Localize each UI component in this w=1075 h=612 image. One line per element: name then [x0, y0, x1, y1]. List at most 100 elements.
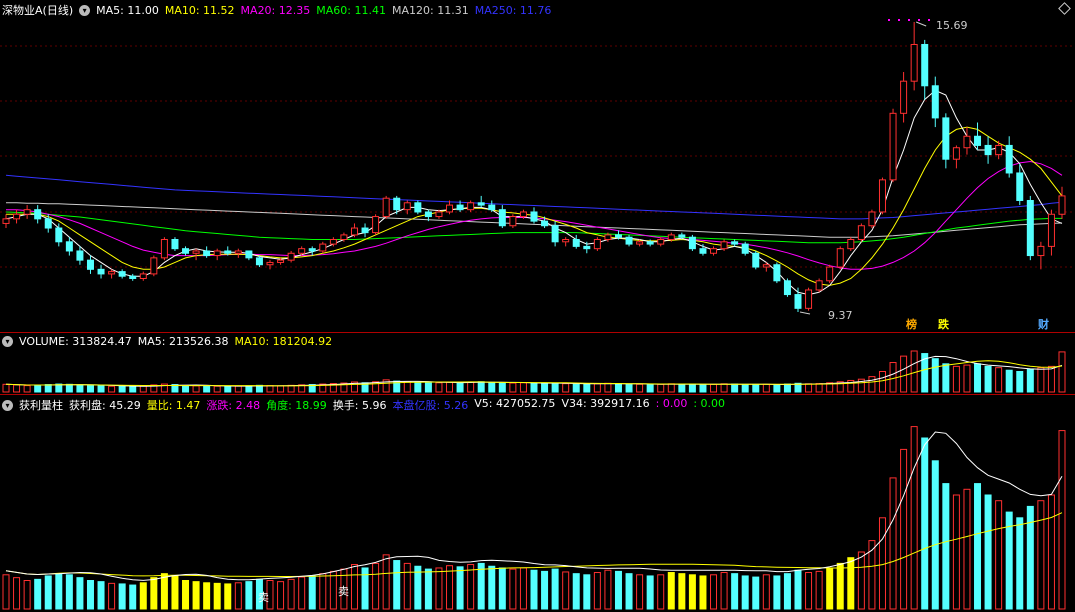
candle	[826, 264, 834, 284]
volume-bar	[593, 383, 601, 393]
volume-bar	[182, 385, 190, 393]
candle-body	[477, 202, 485, 206]
profit-volume-bar	[488, 565, 496, 610]
volume-bar	[667, 383, 675, 393]
signal-dot	[888, 19, 890, 21]
candle-body	[942, 117, 950, 160]
candle	[752, 250, 760, 270]
volume-bar	[446, 381, 454, 393]
profit-volume-bar	[868, 540, 876, 610]
low-pointer	[799, 311, 811, 315]
volume-bar	[97, 385, 105, 393]
profit-volume-bar	[2, 574, 10, 610]
volume-bar	[878, 371, 886, 393]
profit-volume-bar	[477, 562, 485, 610]
candle-body	[329, 239, 337, 245]
candle-body	[667, 234, 675, 240]
candle	[2, 214, 10, 229]
profit-volume-bar	[234, 582, 242, 610]
candle-body	[583, 245, 591, 250]
profit-volume-bar	[889, 477, 897, 610]
candle	[361, 223, 369, 238]
profit-volume-bar	[583, 574, 591, 610]
candle-body	[308, 248, 316, 252]
candlestick-chart[interactable]	[0, 0, 1075, 332]
profit-volume-bar	[129, 584, 137, 610]
volume-bar	[266, 385, 274, 393]
candle	[847, 237, 855, 251]
indicator-header: ▾ 获利量柱 获利盘: 45.29 量比: 1.47 涨跌: 2.48 角度: 18.9…	[2, 397, 725, 413]
indicator-chart[interactable]	[0, 395, 1075, 612]
candle	[805, 287, 813, 311]
candle	[1037, 241, 1045, 270]
profit-volume-bar	[1047, 494, 1055, 610]
volume-bar	[530, 382, 538, 393]
candle	[266, 260, 274, 270]
candle-body	[572, 239, 580, 247]
profit-volume-bar	[372, 562, 380, 610]
candle-body	[23, 209, 31, 215]
ma-legend-item-1: MA10: 11.52	[164, 3, 235, 17]
candle	[34, 205, 42, 224]
profit-volume-bar	[572, 573, 580, 610]
profit-volume-bar	[44, 575, 52, 610]
indicator-legend-item-4: 角度: 18.99	[266, 399, 327, 412]
volume-bar	[699, 384, 707, 393]
volume-bar	[805, 383, 813, 393]
volume-bar	[44, 384, 52, 393]
candle-body	[55, 227, 63, 243]
profit-volume-bar	[446, 565, 454, 610]
profit-volume-bar	[287, 578, 295, 610]
indicator-legend-item-2: 量比: 1.47	[146, 399, 201, 412]
price-panel[interactable]: 深物业A(日线) ▾ MA5: 11.00 MA10: 11.52 MA20: 12…	[0, 0, 1075, 333]
candle-body	[963, 135, 971, 149]
profit-volume-bar	[509, 568, 517, 610]
high-price-label: 15.69	[936, 19, 968, 32]
settings-circle-icon[interactable]: ▾	[79, 4, 91, 16]
candle	[1058, 186, 1066, 219]
candle	[287, 250, 295, 263]
volume-bar	[657, 383, 665, 393]
profit-volume-bar	[224, 583, 232, 610]
volume-bar	[2, 383, 10, 393]
profit-volume-bar	[530, 569, 538, 610]
volume-bar	[1047, 365, 1055, 393]
profit-volume-bar	[963, 488, 971, 610]
candle	[963, 127, 971, 155]
volume-legend-item-2: MA10: 181204.92	[234, 335, 333, 348]
profit-volume-bar	[414, 565, 422, 610]
volume-bar	[1016, 371, 1024, 393]
candle	[984, 136, 992, 164]
candle	[509, 214, 517, 229]
candle	[868, 209, 876, 229]
profit-volume-bar	[192, 581, 200, 610]
indicator-panel[interactable]: ▾ 获利量柱 获利盘: 45.29 量比: 1.47 涨跌: 2.48 角度: 18.9…	[0, 395, 1075, 612]
indicator-legend-item-8: V34: 392917.16	[561, 397, 650, 410]
candle	[118, 269, 126, 279]
candle	[1026, 195, 1034, 261]
volume-bar	[741, 384, 749, 393]
indicator-legend-item-0: 获利量柱	[19, 399, 63, 412]
volume-bar	[688, 383, 696, 393]
indicator-legend-item-10: : 0.00	[693, 397, 726, 410]
candle-body	[731, 241, 739, 245]
candle	[308, 246, 316, 256]
profit-volume-bar	[329, 570, 337, 610]
candle	[1016, 163, 1024, 206]
candle	[477, 195, 485, 208]
volume-panel[interactable]: ▾ VOLUME: 313824.47 MA5: 213526.38 MA10: 1…	[0, 333, 1075, 395]
candle	[783, 278, 791, 297]
low-price-label: 9.37	[828, 309, 853, 322]
settings-circle-icon[interactable]: ▾	[2, 336, 13, 347]
volume-bar	[192, 385, 200, 393]
candle	[900, 72, 908, 123]
volume-bar	[889, 362, 897, 393]
profit-volume-bar	[667, 572, 675, 610]
volume-bar	[245, 385, 253, 393]
candle-body	[118, 271, 126, 277]
candle	[446, 200, 454, 215]
profit-volume-bar	[23, 580, 31, 610]
candle-body	[657, 239, 665, 245]
settings-circle-icon[interactable]: ▾	[2, 399, 13, 411]
volume-bar	[129, 386, 137, 393]
